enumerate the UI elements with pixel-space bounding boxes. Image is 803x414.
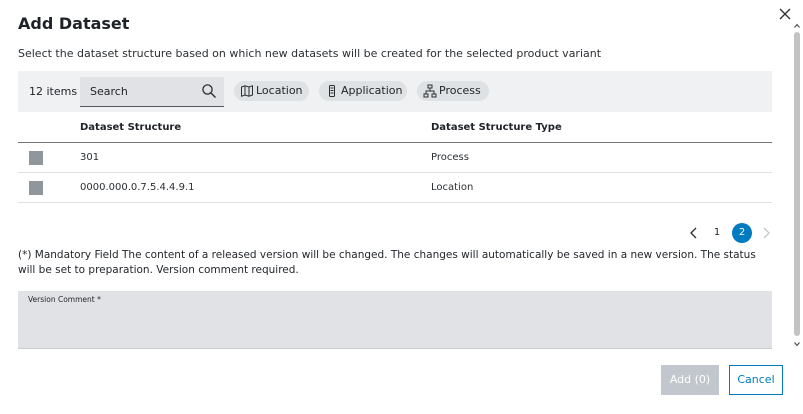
chevron-left-icon[interactable]	[687, 225, 701, 241]
filter-process-label: Process	[439, 84, 481, 97]
page-2-button[interactable]: 2	[732, 223, 752, 243]
filter-process[interactable]: Process	[417, 81, 489, 101]
add-dataset-dialog: Add Dataset Select the dataset structure…	[0, 0, 803, 414]
cell-dataset-structure: 301	[80, 152, 100, 163]
page-1-button[interactable]: 1	[707, 223, 727, 243]
scroll-up-icon[interactable]	[793, 22, 801, 30]
cancel-button[interactable]: Cancel	[729, 365, 783, 395]
device-icon	[329, 85, 335, 97]
filter-application-label: Application	[341, 84, 403, 97]
row-checkbox[interactable]	[29, 151, 43, 165]
scrollbar[interactable]	[793, 22, 801, 352]
scroll-down-icon[interactable]	[793, 340, 801, 348]
item-count: 12 items	[29, 85, 78, 98]
chevron-right-icon[interactable]	[759, 225, 773, 241]
cell-dataset-structure: 0000.000.0.7.5.4.4.9.1	[80, 182, 195, 193]
dialog-title: Add Dataset	[18, 14, 130, 33]
column-header-dataset-structure[interactable]: Dataset Structure	[80, 122, 181, 133]
table-row[interactable]: 301 Process	[18, 143, 772, 173]
version-comment-label: Version Comment *	[28, 295, 101, 304]
filter-application[interactable]: Application	[319, 81, 407, 101]
search-box[interactable]	[80, 77, 224, 107]
version-comment-input[interactable]	[28, 307, 758, 343]
search-input[interactable]	[90, 85, 190, 98]
scrollbar-thumb[interactable]	[794, 32, 800, 336]
cell-dataset-structure-type: Process	[431, 152, 469, 163]
row-checkbox[interactable]	[29, 181, 43, 195]
version-comment-field[interactable]: Version Comment *	[18, 291, 772, 349]
cell-dataset-structure-type: Location	[431, 182, 474, 193]
table-toolbar: 12 items Location Application	[18, 71, 772, 112]
close-icon[interactable]	[777, 6, 793, 22]
add-button[interactable]: Add (0)	[661, 365, 719, 395]
mandatory-field-note: (*) Mandatory Field The content of a rel…	[18, 249, 756, 276]
dialog-subtitle: Select the dataset structure based on wh…	[18, 47, 602, 60]
hierarchy-icon	[423, 84, 437, 98]
search-icon[interactable]	[201, 83, 217, 99]
column-header-dataset-structure-type[interactable]: Dataset Structure Type	[431, 122, 562, 133]
table-row[interactable]: 0000.000.0.7.5.4.4.9.1 Location	[18, 173, 772, 203]
filter-location[interactable]: Location	[234, 81, 309, 101]
map-icon	[241, 85, 253, 97]
filter-location-label: Location	[256, 84, 303, 97]
